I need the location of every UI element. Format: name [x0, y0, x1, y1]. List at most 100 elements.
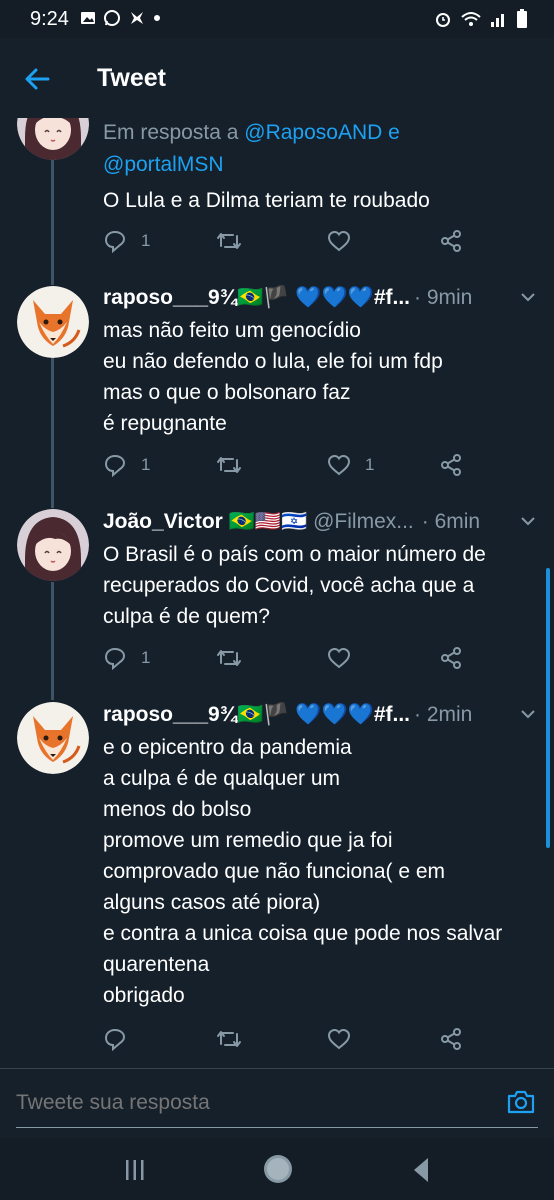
- display-name[interactable]: raposo___9¾🇧🇷🏴 💙💙💙#f...: [103, 703, 410, 727]
- gallery-icon: [81, 12, 95, 24]
- back-icon[interactable]: [410, 1156, 434, 1184]
- chevron-down-icon[interactable]: [519, 705, 537, 723]
- tweet-header: João_Victor 🇧🇷🇺🇸🇮🇱 @Filmex... · 6min: [103, 510, 543, 534]
- home-icon[interactable]: [262, 1153, 294, 1185]
- tweet-line: promove um remedio que ja foi: [103, 829, 393, 852]
- reply-input[interactable]: [16, 1091, 486, 1115]
- share-button[interactable]: [439, 646, 463, 670]
- reply-button[interactable]: [103, 1027, 141, 1051]
- tweet-text: mas não feito um genocídio eu não defend…: [103, 315, 543, 439]
- tweet-line: e contra a unica coisa que pode nos salv…: [103, 922, 503, 945]
- tweet-line: O Lula e a Dilma teriam te roubado: [103, 189, 430, 212]
- tweet-text: O Brasil é o país com o maior número de …: [103, 539, 543, 632]
- reply-icon: [104, 1028, 126, 1051]
- like-button[interactable]: [327, 229, 365, 253]
- display-name[interactable]: raposo___9¾🇧🇷🏴 💙💙💙#f...: [103, 286, 410, 310]
- input-underline: [16, 1127, 538, 1128]
- heart-icon: [327, 1028, 351, 1050]
- arrow-left-icon[interactable]: [22, 64, 52, 94]
- timestamp: · 9min: [414, 286, 473, 309]
- recent-apps-icon[interactable]: [122, 1158, 148, 1182]
- share-button[interactable]: [439, 229, 463, 253]
- tweet-line: recuperados do Covid, você acha que a: [103, 574, 475, 597]
- tweet-line: menos do bolso: [103, 798, 252, 821]
- camera-icon[interactable]: [506, 1087, 536, 1117]
- timestamp: · 6min: [421, 510, 481, 533]
- scrollbar[interactable]: [546, 568, 550, 848]
- tweet-line: e o epicentro da pandemia: [103, 736, 352, 759]
- fox-avatar-icon: [17, 286, 89, 358]
- share-button[interactable]: [439, 1027, 463, 1051]
- notification-icons: [80, 9, 161, 27]
- avatar[interactable]: [17, 509, 89, 581]
- tweet-line: comprovado que não funciona( e em: [103, 860, 446, 883]
- heart-icon: [327, 454, 351, 476]
- retweet-icon: [217, 457, 241, 473]
- retweet-button[interactable]: [216, 1027, 256, 1051]
- fox-avatar-icon: [17, 702, 89, 774]
- tweet-actions: 1: [103, 646, 463, 672]
- like-button[interactable]: [327, 646, 365, 670]
- system-navigation-bar: [0, 1138, 554, 1200]
- avatar[interactable]: [17, 702, 89, 774]
- status-bar: 9:24: [0, 0, 554, 38]
- timestamp: · 2min: [414, 703, 473, 726]
- signal-icon: [491, 14, 504, 27]
- thread-line: [51, 160, 54, 285]
- heart-icon: [327, 647, 351, 669]
- tweet-line: culpa é de quem?: [103, 605, 270, 628]
- page-title: Tweet: [97, 64, 166, 92]
- chevron-down-icon[interactable]: [519, 288, 537, 306]
- wifi-icon: [461, 12, 481, 26]
- reply-button[interactable]: 1: [103, 229, 150, 253]
- share-icon: [441, 230, 461, 252]
- anime-girl-avatar-icon: [17, 509, 89, 581]
- tweet-line: a culpa é de qualquer um: [103, 767, 340, 790]
- tweet-line: O Brasil é o país com o maior número de: [103, 543, 486, 566]
- battery-icon: [517, 9, 527, 28]
- share-button[interactable]: [439, 453, 463, 477]
- mention-link[interactable]: @portalMSN: [103, 153, 224, 176]
- app-notification-icon: [131, 12, 143, 24]
- tweet-line: quarentena: [103, 953, 210, 976]
- tweet-header: raposo___9¾🇧🇷🏴 💙💙💙#f... · 9min: [103, 286, 543, 310]
- share-icon: [441, 454, 461, 476]
- tweet-header: raposo___9¾🇧🇷🏴 💙💙💙#f... · 2min: [103, 703, 543, 727]
- status-time: 9:24: [30, 8, 69, 30]
- tweet-actions: 1 1: [103, 453, 463, 479]
- chevron-down-icon[interactable]: [519, 512, 537, 530]
- tweet-line: mas não feito um genocídio: [103, 319, 361, 342]
- tweet-actions: [103, 1027, 463, 1053]
- like-button[interactable]: 1: [327, 453, 374, 477]
- thread-line: [51, 358, 54, 508]
- like-button[interactable]: [327, 1027, 365, 1051]
- reply-compose-bar: [0, 1068, 554, 1138]
- reply-count: 1: [141, 455, 151, 474]
- mention-link[interactable]: @RaposoAND: [244, 121, 382, 144]
- share-icon: [441, 647, 461, 669]
- username[interactable]: @Filmex...: [313, 510, 414, 534]
- like-count: 1: [365, 455, 375, 474]
- avatar[interactable]: [17, 286, 89, 358]
- reply-button[interactable]: 1: [103, 453, 150, 477]
- retweet-button[interactable]: [216, 453, 256, 477]
- reply-icon: [104, 454, 126, 477]
- tweet-text: e o epicentro da pandemia a culpa é de q…: [103, 732, 543, 1011]
- retweet-button[interactable]: [216, 646, 256, 670]
- reply-prefix: Em resposta a: [103, 121, 239, 144]
- dot-icon: [154, 15, 160, 21]
- whatsapp-icon: [104, 10, 120, 26]
- tweet-line: mas o que o bolsonaro faz: [103, 381, 351, 404]
- reply-join: e: [388, 121, 400, 144]
- reply-button[interactable]: 1: [103, 646, 150, 670]
- reply-count: 1: [141, 231, 151, 250]
- reply-icon: [104, 230, 126, 253]
- tweet-line: eu não defendo o lula, ele foi um fdp: [103, 350, 443, 373]
- retweet-button[interactable]: [216, 229, 256, 253]
- retweet-icon: [217, 233, 241, 249]
- tweet-line: obrigado: [103, 984, 185, 1007]
- app-bar: Tweet: [0, 38, 554, 118]
- retweet-icon: [217, 650, 241, 666]
- display-name[interactable]: João_Victor 🇧🇷🇺🇸🇮🇱: [103, 510, 307, 534]
- tweet-line: alguns casos até piora): [103, 891, 321, 914]
